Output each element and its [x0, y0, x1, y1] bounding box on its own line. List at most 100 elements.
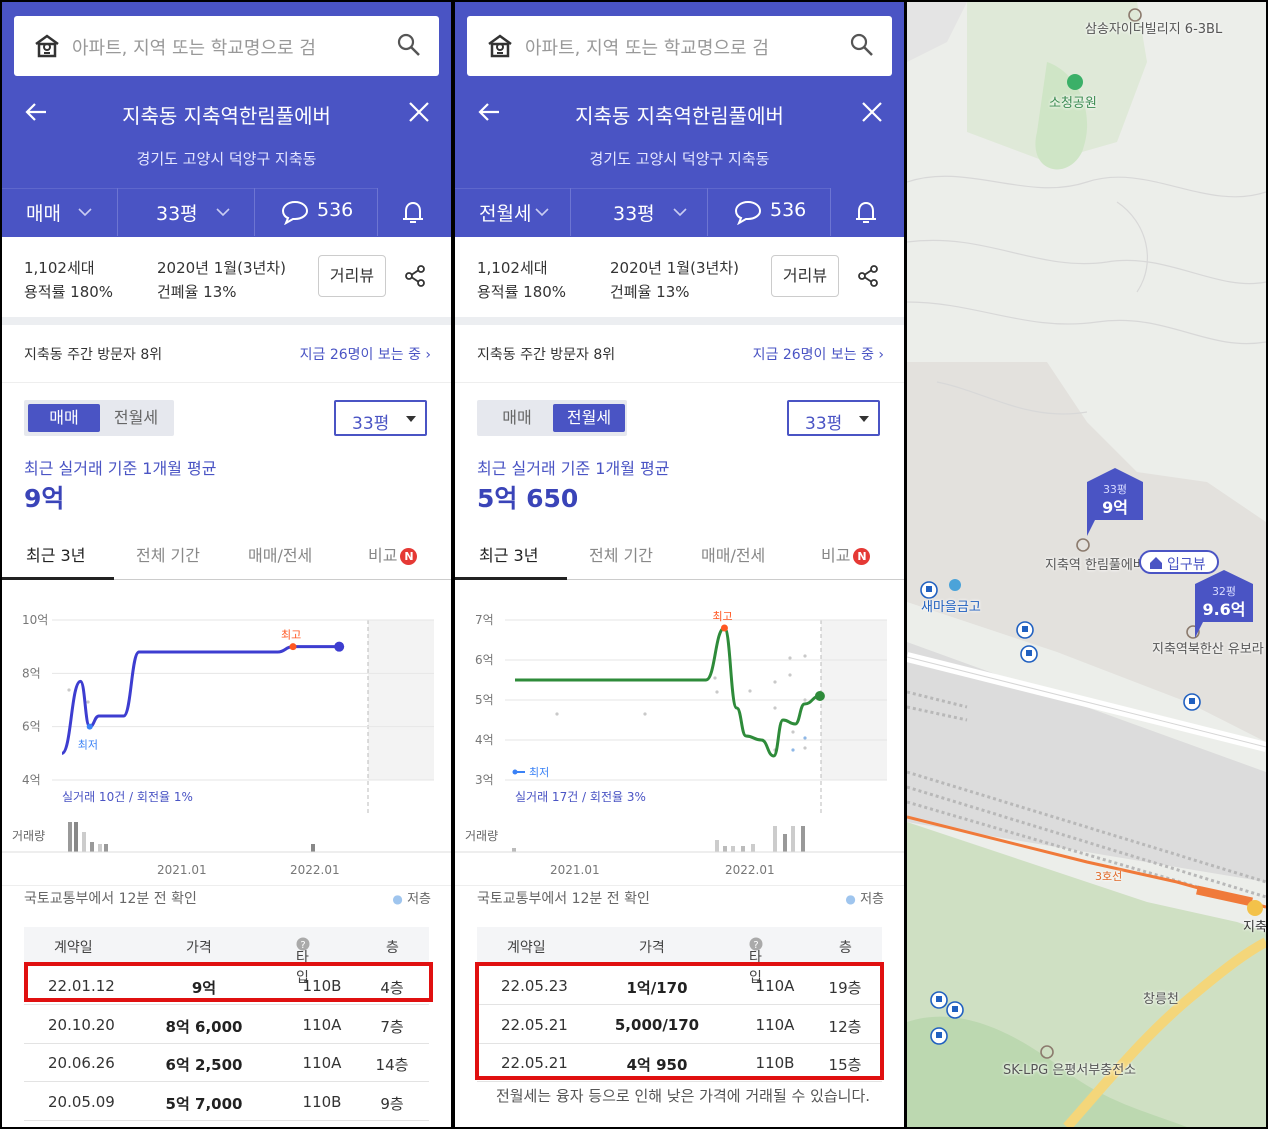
segment-sale[interactable]: 매매: [28, 404, 100, 432]
y-tick: 4억: [22, 773, 41, 787]
segment-sale[interactable]: 매매: [481, 404, 553, 432]
low-floor-label: 저층: [407, 892, 431, 907]
table-row[interactable]: 22.01.12 9억 110B 4층: [24, 967, 429, 1005]
viewing-now-link[interactable]: 지금 26명이 보는 중 ›: [753, 344, 884, 364]
table-row[interactable]: 20.05.09 5억 7,000 110B 9층: [24, 1083, 429, 1121]
segment-rent[interactable]: 전월세: [100, 404, 172, 432]
cell-price: 5,000/170: [614, 1015, 700, 1034]
bell-icon[interactable]: [402, 200, 424, 226]
cell-floor: 4층: [380, 979, 404, 997]
rent-panel: 아파트, 지역 또는 학교명으로 검 지축동 지축역한림풀에버 경기도 고양시 …: [455, 2, 904, 1127]
tab-all-period[interactable]: 전체 기간: [589, 542, 653, 566]
map-label-bank: 새마을금고: [921, 600, 981, 615]
search-icon[interactable]: [396, 32, 422, 58]
cell-type: 110A: [302, 1015, 342, 1034]
table-header: 계약일 가격 타입 ? 층: [24, 927, 429, 986]
data-source: 국토교통부에서 12분 전 확인: [24, 891, 197, 907]
chat-bubble-icon: [281, 200, 309, 225]
search-icon[interactable]: [849, 32, 875, 58]
home-icon[interactable]: [34, 34, 60, 58]
viewing-now-link[interactable]: 지금 26명이 보는 중 ›: [300, 344, 431, 364]
map-view[interactable]: 삼송자이더빌리지 6-3BL 소청공원 지축역 한림풀에버 새마을금고 지축역북…: [907, 2, 1266, 1127]
price-chart[interactable]: 7억 6억 5억 4억 3억 최고 최저 실거래 17건 / 회전율 3% 거래량 20…: [455, 600, 904, 885]
visitor-row[interactable]: 지축동 주간 방문자 8위 지금 26명이 보는 중 ›: [2, 325, 451, 383]
latest-point: [814, 691, 825, 701]
visitor-row[interactable]: 지축동 주간 방문자 8위 지금 26명이 보는 중 ›: [455, 325, 904, 383]
chevron-down-icon: [673, 208, 687, 217]
deal-type-select[interactable]: 매매: [2, 188, 117, 236]
map-label-line3: 3호선: [1095, 870, 1123, 883]
header: 아파트, 지역 또는 학교명으로 검 지축동 지축역한림풀에버 경기도 고양시 …: [455, 2, 904, 237]
search-input[interactable]: 아파트, 지역 또는 학교명으로 검: [525, 34, 769, 60]
section-gap: [455, 317, 904, 325]
tab-sale-jeonse[interactable]: 매매/전세: [248, 542, 312, 566]
close-icon[interactable]: [861, 101, 883, 123]
tab-recent-3y[interactable]: 최근 3년: [26, 542, 85, 566]
cell-price: 8억 6,000: [165, 1017, 243, 1036]
marker-price: 9.6억: [1202, 600, 1246, 619]
deal-type-select[interactable]: 전월세: [455, 188, 570, 236]
chevron-down-icon: [78, 208, 92, 217]
chart-tabs: 최근 3년 전체 기간 매매/전세 비교 N: [2, 532, 451, 580]
table-row[interactable]: 20.10.20 8억 6,000 110A 7층: [24, 1006, 429, 1044]
table-row[interactable]: 22.05.21 5,000/170 110A 12층: [477, 1006, 882, 1044]
tab-compare[interactable]: 비교 N: [368, 542, 418, 566]
size-select[interactable]: 33평: [118, 188, 254, 236]
table-row[interactable]: 20.06.26 6억 2,500 110A 14층: [24, 1044, 429, 1082]
volume-bars: [68, 822, 315, 852]
tab-all-period[interactable]: 전체 기간: [136, 542, 200, 566]
comments-button[interactable]: 536: [255, 188, 377, 236]
cell-type: 110A: [302, 1054, 342, 1072]
cell-date: 20.05.09: [48, 1092, 115, 1111]
size-dropdown-value: 33평: [805, 414, 843, 434]
search-bar[interactable]: 아파트, 지역 또는 학교명으로 검: [467, 16, 892, 76]
close-icon[interactable]: [408, 101, 430, 123]
new-badge: N: [400, 548, 418, 565]
size-select[interactable]: 33평: [571, 188, 707, 236]
data-source: 국토교통부에서 12분 전 확인: [477, 891, 650, 907]
share-icon[interactable]: [404, 265, 426, 287]
cell-floor: 9층: [380, 1094, 404, 1113]
price-marker-32[interactable]: 32평 9.6억: [1195, 570, 1253, 638]
table-header: 계약일 가격 타입 ? 층: [477, 927, 882, 986]
share-icon[interactable]: [857, 265, 879, 287]
x-tick: 2022.01: [725, 863, 775, 877]
chevron-down-icon: [535, 208, 549, 217]
price-chart[interactable]: 10억 8억 6억 4억 최고 최저 실거래 10건 / 회전율 1% 거래량 202…: [2, 600, 451, 885]
cell-floor: 7층: [380, 1017, 404, 1036]
tab-recent-3y[interactable]: 최근 3년: [479, 542, 538, 566]
table-row[interactable]: 22.05.23 1억/170 110A 19층: [477, 967, 882, 1005]
map-label-yubora[interactable]: 지축역북한산 유보라: [1152, 642, 1264, 658]
table-row[interactable]: 22.05.21 4억 950 110B 15층: [477, 1044, 882, 1082]
price-marker-33[interactable]: 33평 9억: [1087, 468, 1143, 536]
divider: [455, 885, 904, 886]
tab-sale-jeonse[interactable]: 매매/전세: [701, 542, 765, 566]
built-date: 2020년 1월(3년차): [157, 259, 286, 277]
street-view-button[interactable]: 거리뷰: [318, 255, 386, 297]
comments-button[interactable]: 536: [708, 188, 830, 236]
tab-compare[interactable]: 비교 N: [821, 542, 871, 566]
size-dropdown[interactable]: 33평: [334, 400, 427, 436]
cell-type: 110B: [302, 977, 342, 995]
deal-segment: 매매 전월세: [24, 400, 174, 436]
latest-point: [334, 641, 345, 652]
average-price: 9억: [24, 484, 65, 513]
low-floor-label: 저층: [860, 892, 884, 907]
cell-floor: 14층: [375, 1056, 409, 1074]
average-price: 5억 650: [477, 484, 579, 513]
home-icon[interactable]: [487, 34, 513, 58]
bell-icon[interactable]: [855, 200, 877, 226]
segment-rent[interactable]: 전월세: [553, 404, 625, 432]
cell-price: 5억 7,000: [165, 1094, 243, 1113]
min-label: 최저: [78, 739, 98, 752]
low-floor-legend: ● 저층: [392, 888, 431, 907]
street-view-button[interactable]: 거리뷰: [771, 255, 839, 297]
chat-bubble-icon: [734, 200, 762, 225]
search-input[interactable]: 아파트, 지역 또는 학교명으로 검: [72, 34, 316, 60]
size-dropdown[interactable]: 33평: [787, 400, 880, 436]
comment-count: 536: [770, 199, 807, 221]
size-dropdown-value: 33평: [352, 414, 390, 434]
map-label-complex[interactable]: 지축역 한림풀에버: [1045, 558, 1145, 574]
y-tick: 4억: [475, 733, 494, 747]
search-bar[interactable]: 아파트, 지역 또는 학교명으로 검: [14, 16, 439, 76]
